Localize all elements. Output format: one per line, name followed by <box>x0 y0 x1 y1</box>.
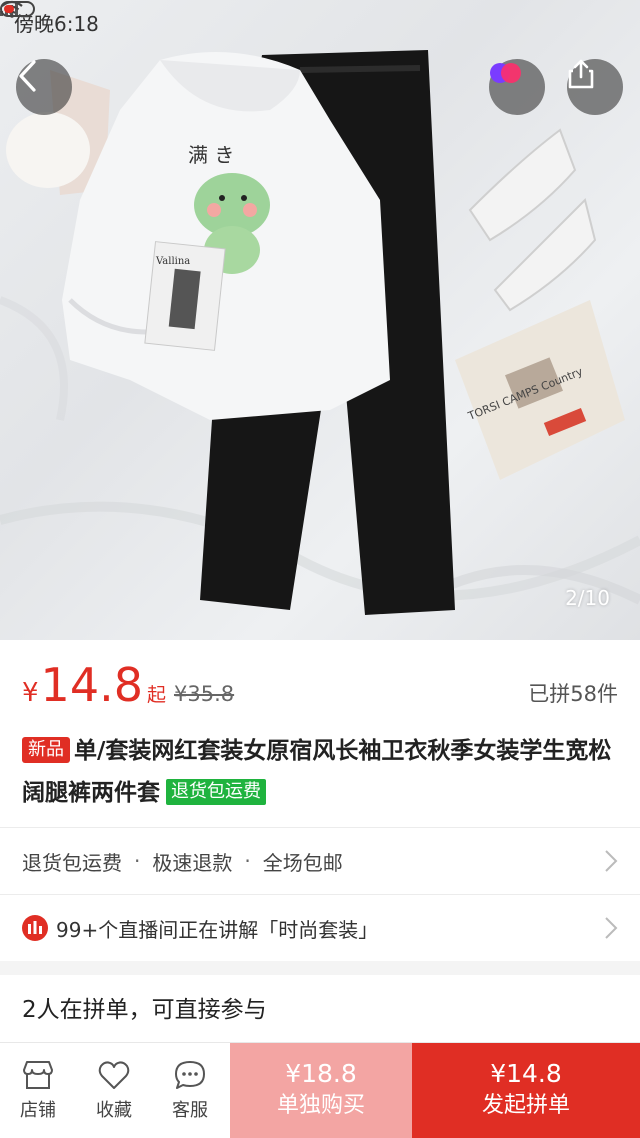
new-tag: 新品 <box>22 737 70 763</box>
current-price: 14.8 <box>40 658 143 712</box>
store-label: 店铺 <box>20 1099 56 1121</box>
service-item-return: 退货包运费 <box>22 850 122 875</box>
status-time: 傍晚6:18 <box>14 11 99 36</box>
card-print-text: Vallina <box>155 256 190 267</box>
share-icon <box>568 59 594 89</box>
status-bar: 傍晚6:18 <box>0 0 640 44</box>
buy-alone-button[interactable]: ¥18.8 单独购买 <box>230 1043 412 1138</box>
live-stream-text: 99+个直播间正在讲解「时尚套装」 <box>56 917 379 942</box>
back-button[interactable] <box>16 59 72 115</box>
back-icon <box>19 60 36 92</box>
service-guarantee-row[interactable]: 退货包运费 · 极速退款 · 全场包邮 <box>0 828 640 894</box>
live-stream-row[interactable]: 99+个直播间正在讲解「时尚套装」 <box>0 895 640 961</box>
customer-service-label: 客服 <box>172 1099 208 1121</box>
group-buy-title: 2人在拼单，可直接参与 <box>22 997 267 1023</box>
partner-button[interactable] <box>489 59 545 115</box>
section-gap <box>0 961 640 975</box>
price-suffix: 起 <box>146 684 166 706</box>
hoodie-print-text: 满 き <box>188 143 234 167</box>
share-button[interactable] <box>567 59 623 115</box>
chevron-right-icon <box>605 850 618 872</box>
solo-label: 单独购买 <box>276 1093 365 1118</box>
group-price: ¥14.8 <box>490 1059 562 1088</box>
service-item-shipping: 全场包邮 <box>262 850 343 875</box>
store-button[interactable]: 店铺 <box>0 1043 76 1138</box>
partner-icon <box>490 63 521 83</box>
product-title: 新品 单/套装网红套装女原宿风长袖卫衣秋季女装学生宽松阔腿裤两件套 退货包运费 <box>22 730 622 814</box>
service-item-refund: 极速退款 <box>152 850 233 875</box>
service-separator: · <box>134 849 141 873</box>
product-title-text: 单/套装网红套装女原宿风长袖卫衣秋季女装学生宽松阔腿裤两件套 <box>22 738 612 806</box>
store-icon <box>23 1060 53 1089</box>
bottom-action-bar: 店铺 收藏 客服 ¥18.8 单独购买 ¥14.8 发起拼单 <box>0 1042 640 1138</box>
favorite-button[interactable]: 收藏 <box>76 1043 152 1138</box>
battery-icon <box>0 1 35 17</box>
chevron-right-icon <box>605 917 618 939</box>
heart-icon <box>98 1060 130 1089</box>
product-image[interactable]: 满 き Vallina TORSI CAMPS Country 傍晚6:18 2… <box>0 0 640 640</box>
favorite-label: 收藏 <box>96 1099 132 1121</box>
start-group-buy-button[interactable]: ¥14.8 发起拼单 <box>412 1043 640 1138</box>
image-counter: 2/10 <box>565 586 610 610</box>
return-freight-tag: 退货包运费 <box>166 779 266 805</box>
product-photo-illustration: 满 き Vallina TORSI CAMPS Country <box>0 50 640 615</box>
solo-price: ¥18.8 <box>285 1059 357 1088</box>
chat-icon <box>175 1060 205 1089</box>
price-currency: ¥ <box>22 678 39 708</box>
live-icon <box>22 915 48 941</box>
group-label: 发起拼单 <box>481 1093 570 1118</box>
service-separator: · <box>244 849 251 873</box>
price-row: ¥ 14.8 起 ¥35.8 已拼58件 <box>0 640 640 730</box>
product-detail-page: 满 き Vallina TORSI CAMPS Country 傍晚6:18 2… <box>0 0 640 1138</box>
customer-service-button[interactable]: 客服 <box>152 1043 228 1138</box>
original-price: ¥35.8 <box>173 682 235 706</box>
sold-count: 已拼58件 <box>528 682 618 706</box>
